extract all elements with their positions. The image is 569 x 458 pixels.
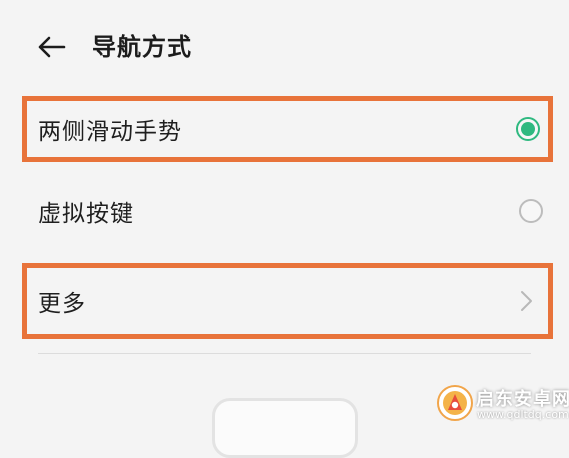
option-gesture-navigation[interactable]: 两侧滑动手势 xyxy=(22,96,553,162)
divider xyxy=(38,353,531,354)
option-label: 更多 xyxy=(38,291,86,317)
radio-selected-icon[interactable] xyxy=(516,117,540,141)
option-label: 虚拟按键 xyxy=(38,201,134,227)
page-title: 导航方式 xyxy=(92,33,192,61)
back-button[interactable] xyxy=(30,28,72,66)
watermark-url: www.qdltdq.com xyxy=(477,408,569,421)
option-label: 两侧滑动手势 xyxy=(38,119,182,145)
option-more[interactable]: 更多 xyxy=(22,263,553,339)
radio-unselected-icon[interactable] xyxy=(519,199,543,223)
option-virtual-keys[interactable]: 虚拟按键 xyxy=(22,178,553,244)
chevron-right-icon xyxy=(521,291,532,311)
navigation-preview-frame xyxy=(212,398,358,458)
watermark-logo-icon xyxy=(437,385,473,421)
watermark: 启东安卓网 www.qdltdq.com xyxy=(436,382,569,426)
header-bar: 导航方式 xyxy=(0,0,569,96)
arrow-left-icon xyxy=(38,36,66,58)
